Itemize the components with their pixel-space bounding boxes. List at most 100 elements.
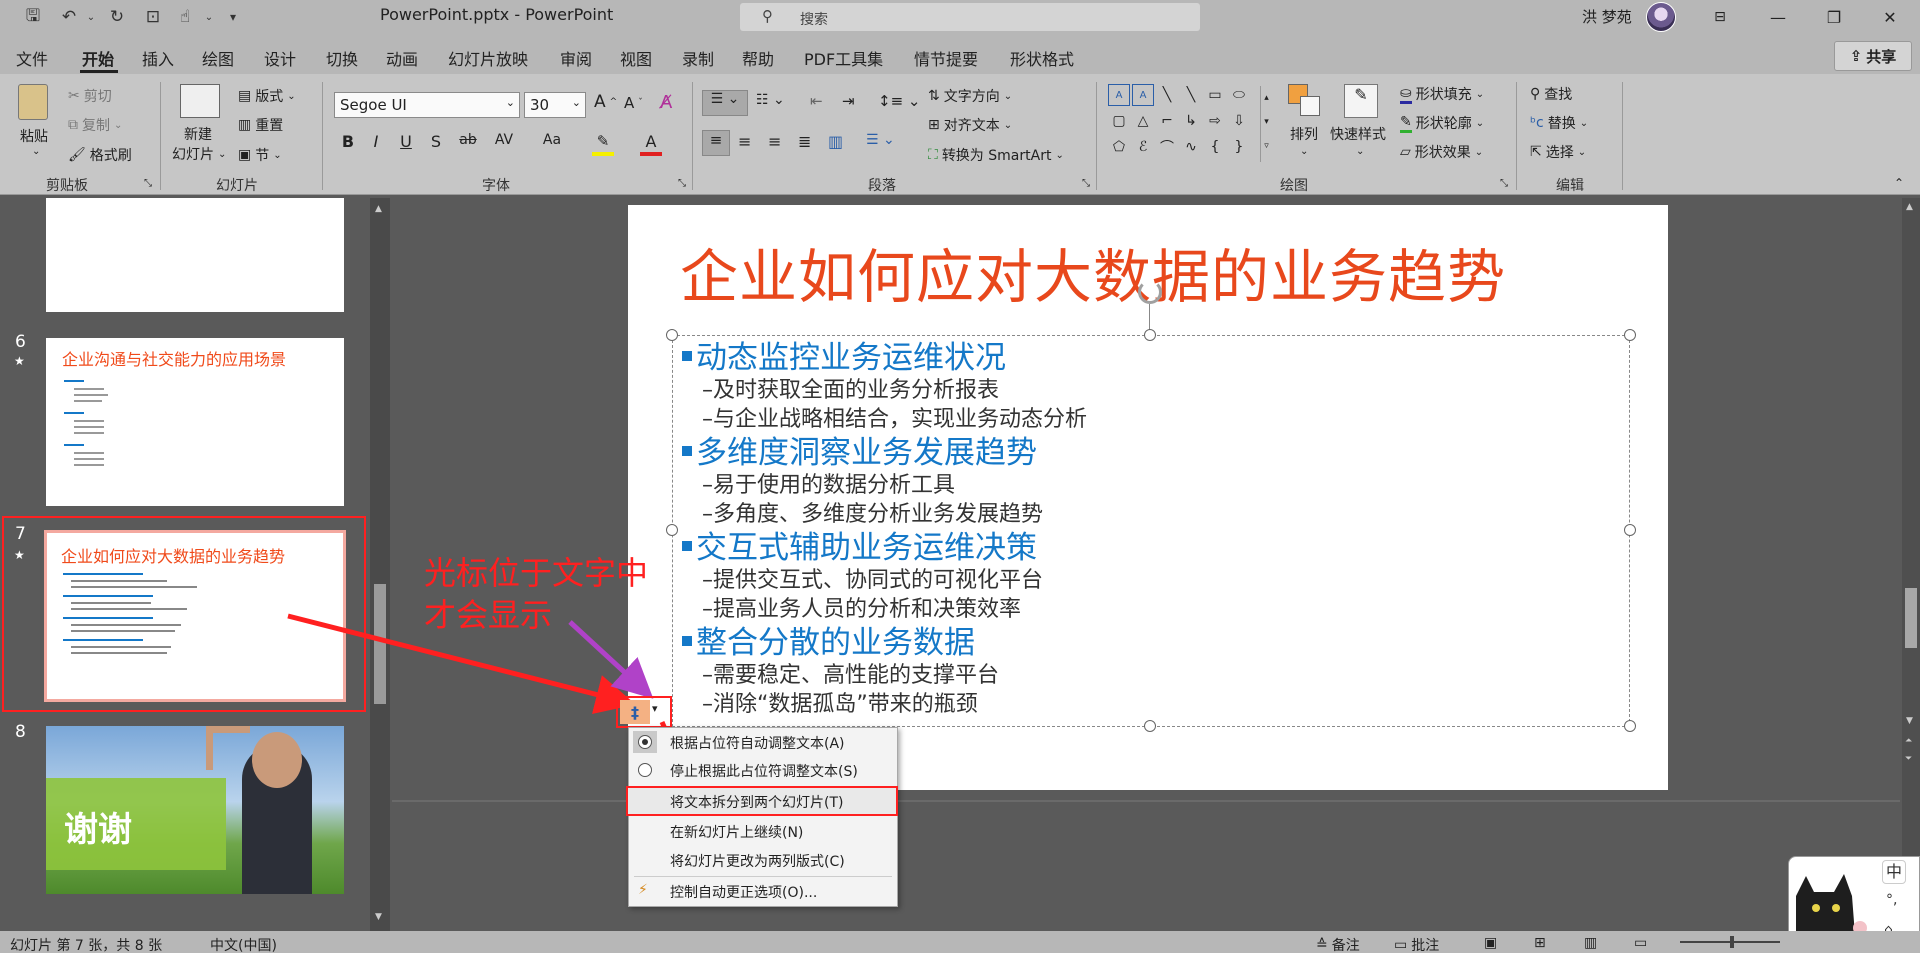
scroll-up-icon[interactable]: ▲ [1906, 202, 1913, 212]
scroll-down-icon[interactable]: ▼ [375, 912, 382, 922]
editor-scrollbar[interactable]: ▲ ▼ ⏶ ⏷ [1902, 198, 1920, 931]
menu-item-continue-new-slide[interactable]: 在新幻灯片上继续(N) [670, 822, 803, 842]
thumbnail-scrollbar[interactable]: ▲ ▼ [370, 198, 390, 931]
collapse-ribbon-icon[interactable]: ⌃ [1894, 176, 1904, 190]
strikethrough-icon[interactable]: ab [456, 132, 480, 148]
tab-insert[interactable]: 插入 [142, 46, 174, 70]
tab-shape-format[interactable]: 形状格式 [1010, 46, 1074, 70]
customize-qat-icon[interactable]: ▾ [222, 6, 244, 28]
menu-item-stop-autofit[interactable]: 停止根据此占位符调整文本(S) [670, 761, 858, 781]
oval-shape-icon[interactable]: ⬭ [1228, 84, 1250, 106]
font-color-icon[interactable]: A [640, 132, 662, 156]
scroll-down-icon[interactable]: ▼ [1906, 716, 1913, 726]
shapes-gallery[interactable]: A A ╲ ╲ ▭ ⬭ ▢ △ ⌐ ↳ ⇨ ⇩ ⬠ ℰ ⌒ ∿ { } [1108, 84, 1258, 162]
change-case-icon[interactable]: Aa [540, 132, 564, 148]
sub-item[interactable]: –易于使用的数据分析工具 [702, 467, 955, 499]
diagonal-line-shape-icon[interactable]: ╲ [1180, 84, 1202, 106]
notes-button[interactable]: ≙ 备注 [1316, 935, 1360, 953]
shape-fill-button[interactable]: ⛀ 形状填充 ⌄ [1400, 84, 1484, 104]
tab-design[interactable]: 设计 [264, 46, 296, 70]
undo-icon[interactable]: ↶ [58, 6, 80, 28]
tab-home[interactable]: 开始 [82, 46, 114, 70]
next-slide-icon[interactable]: ⏷ [1905, 754, 1912, 764]
find-button[interactable]: ⚲ 查找 [1530, 84, 1572, 104]
rounded-rect-shape-icon[interactable]: ▢ [1108, 110, 1130, 132]
bullet-item-4[interactable]: 整合分散的业务数据 [682, 617, 975, 662]
shapes-scroll[interactable]: ▴ ▾ ▿ [1260, 86, 1272, 162]
undo-dropdown-icon[interactable]: ⌄ [80, 6, 102, 28]
paste-dropdown-icon[interactable]: ⌄ [32, 146, 40, 157]
line-shape-icon[interactable]: ╲ [1156, 84, 1178, 106]
elbow-connector-icon[interactable]: ⌐ [1156, 110, 1178, 132]
slide-thumbnail-7[interactable]: 企业如何应对大数据的业务趋势 [44, 530, 346, 702]
shrink-font-icon[interactable]: Aˇ [624, 94, 643, 112]
scribble-shape-icon[interactable]: ℰ [1132, 136, 1154, 158]
format-painter-button[interactable]: 🖌 格式刷 [68, 145, 132, 165]
previous-slide-icon[interactable]: ⏶ [1905, 736, 1912, 746]
copy-button[interactable]: ⧉ 复制 ⌄ [68, 115, 122, 135]
quick-styles-dropdown-icon[interactable]: ⌄ [1356, 146, 1364, 157]
align-left-icon[interactable]: ≡ [702, 130, 730, 156]
tab-pdf-tools[interactable]: PDF工具集 [804, 46, 883, 70]
bullet-item-3[interactable]: 交互式辅助业务运维决策 [682, 522, 1037, 567]
decrease-indent-icon[interactable]: ⇤ [810, 92, 823, 110]
shape-effects-button[interactable]: ▱ 形状效果 ⌄ [1400, 142, 1483, 162]
align-center-icon[interactable]: ≡ [738, 132, 751, 151]
slideshow-view-icon[interactable]: ▭ [1634, 935, 1647, 951]
curve-shape-icon[interactable]: ∿ [1180, 136, 1202, 158]
comments-button[interactable]: ▭ 批注 [1394, 935, 1439, 953]
section-button[interactable]: ▣ 节 ⌄ [238, 145, 282, 165]
redo-icon[interactable]: ↻ [106, 6, 128, 28]
tab-draw[interactable]: 绘图 [202, 46, 234, 70]
quick-styles-label[interactable]: 快速样式 [1330, 124, 1386, 144]
sub-item[interactable]: –提供交互式、协同式的可视化平台 [702, 562, 1043, 594]
quick-styles-icon[interactable]: ✎ [1344, 84, 1378, 118]
slide-title[interactable]: 企业如何应对大数据的业务趋势 [680, 230, 1506, 314]
bullets-icon[interactable]: ☰ ⌄ [702, 90, 748, 116]
normal-view-icon[interactable]: ▣ [1484, 935, 1497, 951]
tab-view[interactable]: 视图 [620, 46, 652, 70]
clear-format-icon[interactable]: A̸ [660, 92, 672, 113]
scroll-up-icon[interactable]: ▲ [375, 204, 382, 214]
clipboard-launcher-icon[interactable]: ⤡ [144, 178, 152, 189]
distributed-icon[interactable]: ▥ [828, 132, 843, 151]
select-button[interactable]: ⇱ 选择 ⌄ [1530, 142, 1586, 162]
new-slide-button[interactable]: 幻灯片 ⌄ [172, 144, 226, 164]
zoom-slider-thumb[interactable] [1730, 936, 1734, 948]
sub-item[interactable]: –消除“数据孤岛”带来的瓶颈 [702, 686, 978, 718]
numbering-icon[interactable]: ☷ ⌄ [756, 92, 785, 108]
slide-thumbnail-6[interactable]: 企业沟通与社交能力的应用场景 [46, 338, 344, 506]
right-brace-shape-icon[interactable]: } [1228, 136, 1250, 158]
resize-handle[interactable] [1624, 329, 1636, 341]
sub-item[interactable]: –及时获取全面的业务分析报表 [702, 372, 999, 404]
tab-transitions[interactable]: 切换 [326, 46, 358, 70]
touch-mode-icon[interactable]: ☝ [174, 6, 196, 28]
radio-autofit-selected[interactable] [638, 735, 652, 749]
resize-handle[interactable] [666, 329, 678, 341]
textbox-shape-icon[interactable]: A [1108, 84, 1130, 106]
paragraph-launcher-icon[interactable]: ⤡ [1082, 178, 1090, 189]
tab-file[interactable]: 文件 [16, 46, 48, 70]
tab-slideshow[interactable]: 幻灯片放映 [448, 46, 528, 70]
increase-indent-icon[interactable]: ⇥ [842, 92, 855, 110]
sub-item[interactable]: –需要稳定、高性能的支撑平台 [702, 657, 999, 689]
new-slide-icon[interactable] [180, 84, 220, 118]
minimize-icon[interactable]: — [1758, 4, 1798, 30]
align-right-icon[interactable]: ≡ [768, 132, 781, 151]
bold-icon[interactable]: B [336, 132, 360, 151]
restore-icon[interactable]: ❐ [1814, 4, 1854, 30]
new-slide-label-1[interactable]: 新建 [184, 124, 212, 144]
triangle-shape-icon[interactable]: △ [1132, 110, 1154, 132]
font-family-select[interactable]: Segoe UI ⌄ [334, 92, 520, 118]
right-arrow-shape-icon[interactable]: ⇨ [1204, 110, 1226, 132]
rotate-handle-icon[interactable] [1138, 280, 1162, 304]
menu-item-autocorrect-options[interactable]: 控制自动更正选项(O)... [670, 882, 817, 902]
autofit-dropdown-icon[interactable]: ▾ [652, 702, 658, 715]
slide-thumbnail-8[interactable]: 谢谢 [46, 726, 344, 894]
arrange-icon[interactable] [1288, 84, 1322, 118]
font-size-select[interactable]: 30 ⌄ [524, 92, 586, 118]
tab-record[interactable]: 录制 [682, 46, 714, 70]
smartart-button[interactable]: ⛶ 转换为 SmartArt ⌄ [928, 145, 1064, 165]
language-indicator[interactable]: 中文(中国) [210, 935, 277, 953]
slide-thumbnail-5[interactable] [46, 198, 344, 312]
